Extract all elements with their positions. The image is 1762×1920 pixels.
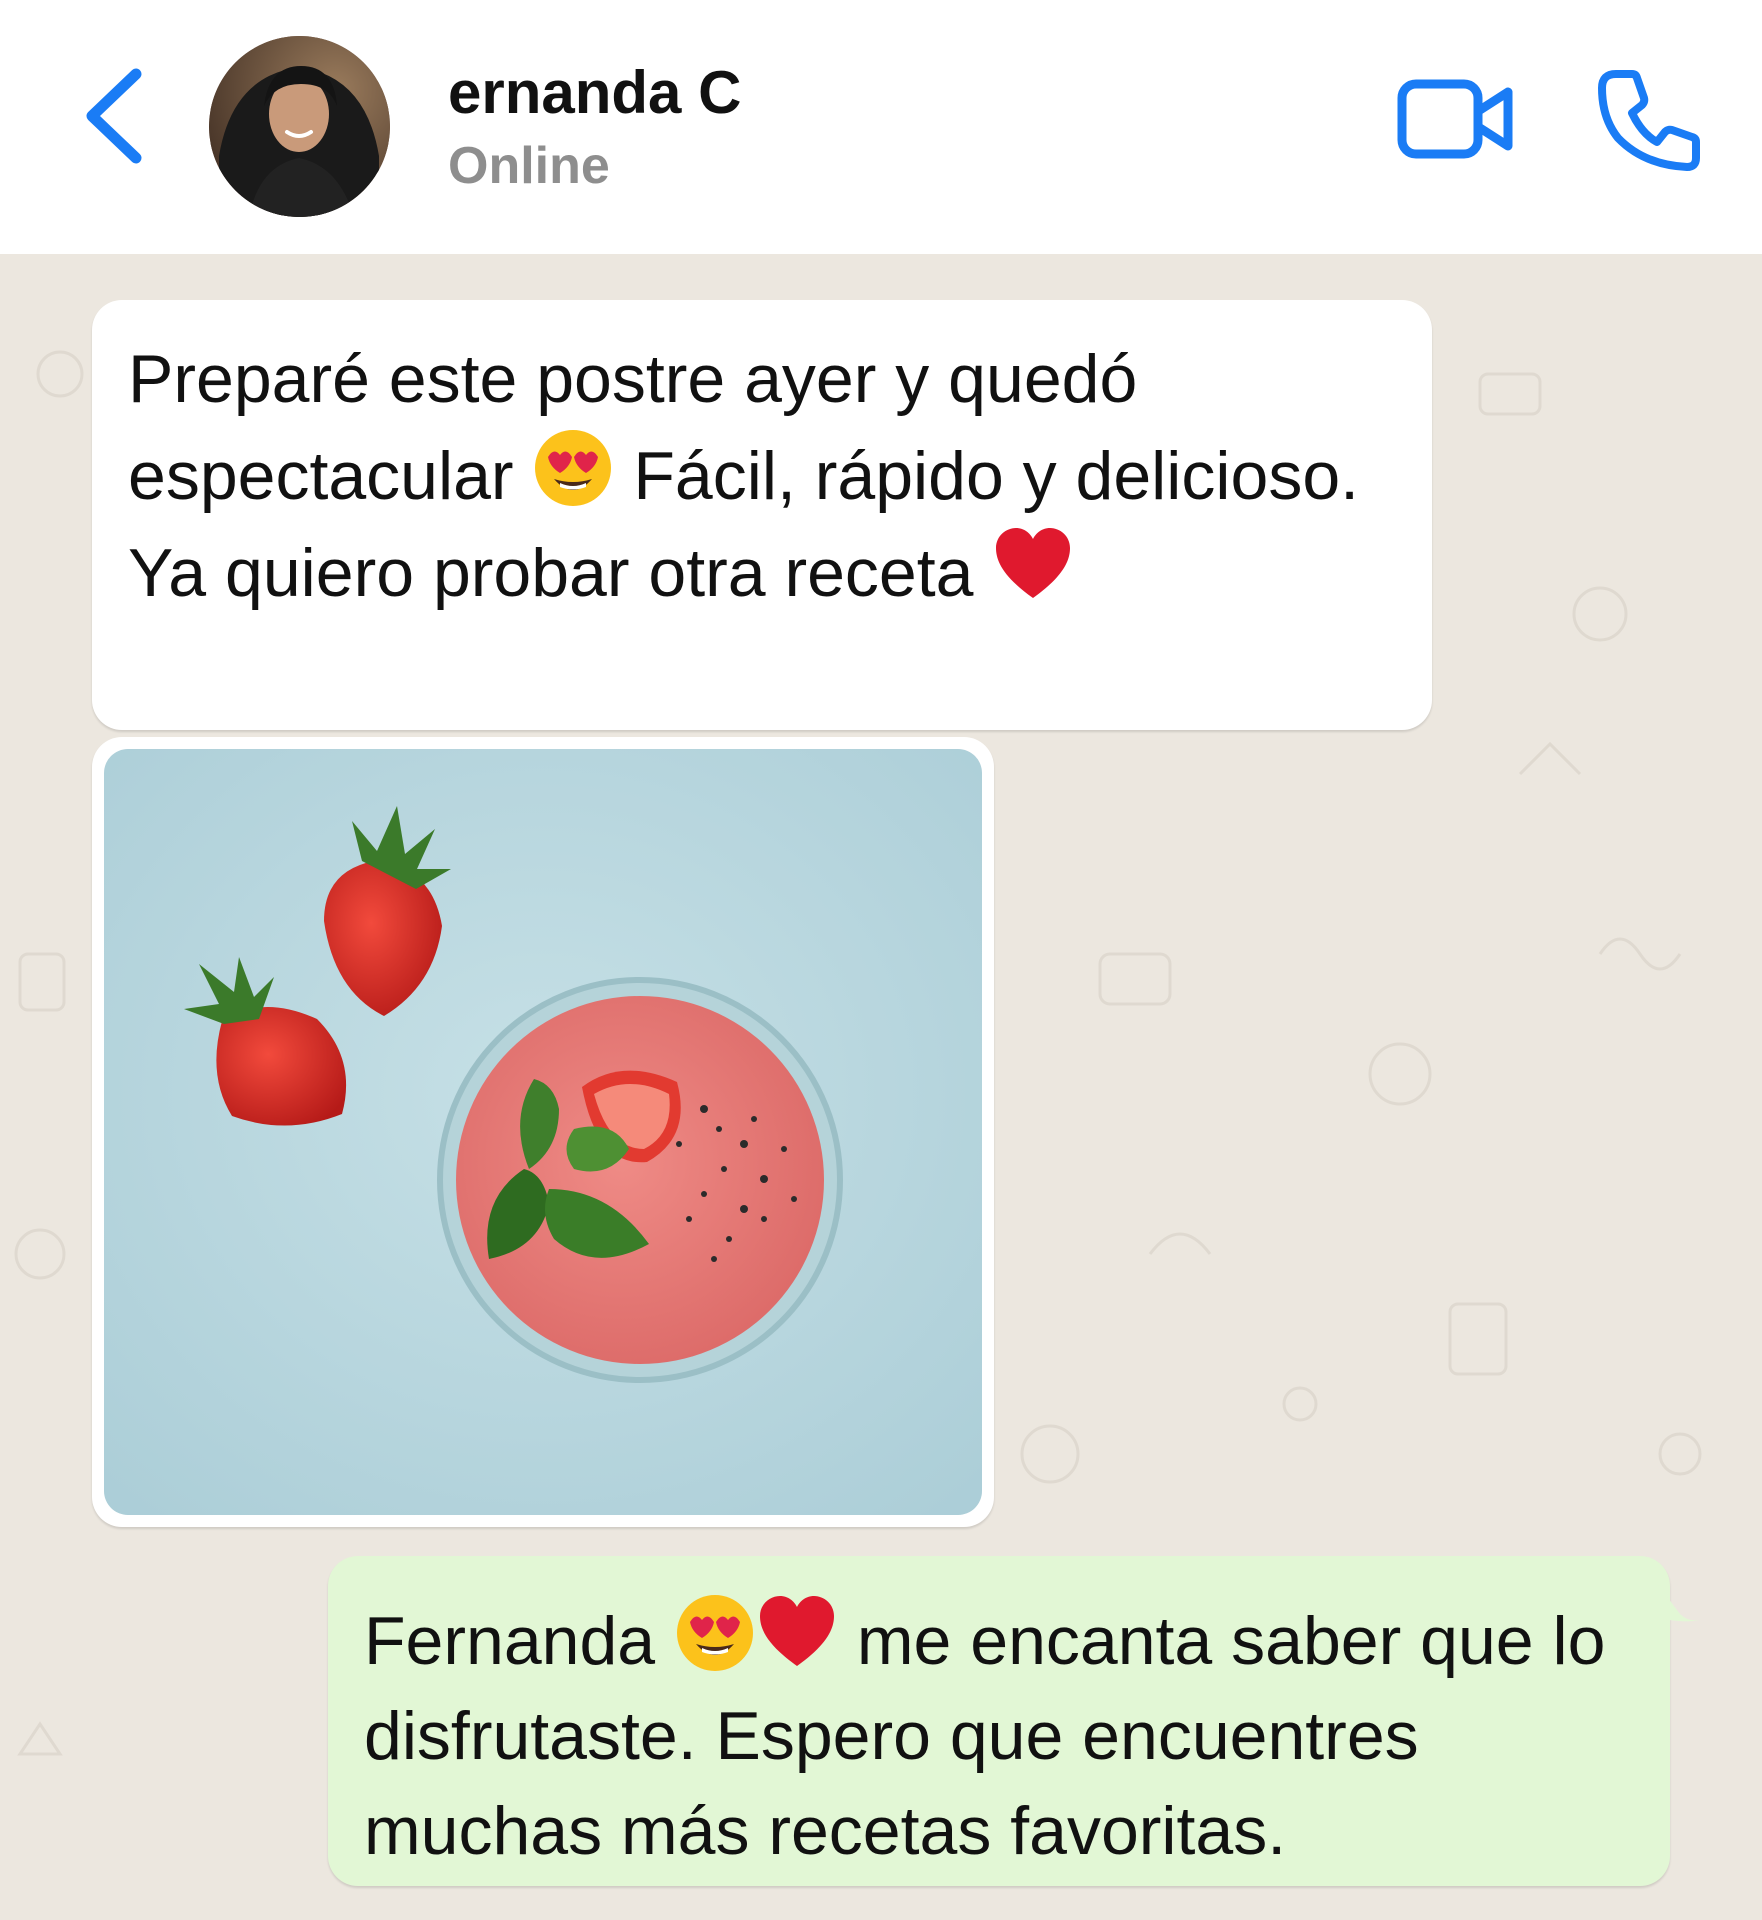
back-button[interactable] — [78, 60, 158, 170]
avatar-photo — [209, 36, 390, 217]
message-text: Preparé este postre ayer y quedó especta… — [128, 341, 1360, 611]
chat-area[interactable]: Preparé este postre ayer y quedó especta… — [0, 254, 1762, 1920]
video-call-button[interactable] — [1396, 76, 1516, 162]
back-chevron-icon — [86, 68, 142, 164]
outgoing-bubble-tail — [1650, 1574, 1700, 1622]
chat-header: ernanda C Online — [0, 0, 1762, 254]
avatar[interactable] — [209, 36, 390, 217]
contact-status: Online — [448, 137, 610, 195]
heart-eyes-emoji — [535, 430, 612, 506]
message-text: Fernanda me encanta saber que lo disfrut… — [364, 1592, 1644, 1879]
incoming-message[interactable]: Preparé este postre ayer y quedó especta… — [92, 300, 1432, 730]
strawberry-smoothie-photo[interactable] — [104, 749, 982, 1515]
video-camera-icon — [1397, 79, 1513, 159]
red-heart-emoji — [760, 1596, 834, 1666]
heart-eyes-emoji — [677, 1595, 753, 1671]
outgoing-message[interactable]: Fernanda me encanta saber que lo disfrut… — [328, 1556, 1670, 1886]
incoming-image-message[interactable] — [92, 737, 994, 1527]
red-heart-emoji — [996, 528, 1071, 598]
smoothie-image — [104, 749, 982, 1515]
phone-icon — [1598, 70, 1700, 171]
contact-name[interactable]: ernanda C — [448, 58, 741, 128]
voice-call-button[interactable] — [1594, 66, 1704, 176]
